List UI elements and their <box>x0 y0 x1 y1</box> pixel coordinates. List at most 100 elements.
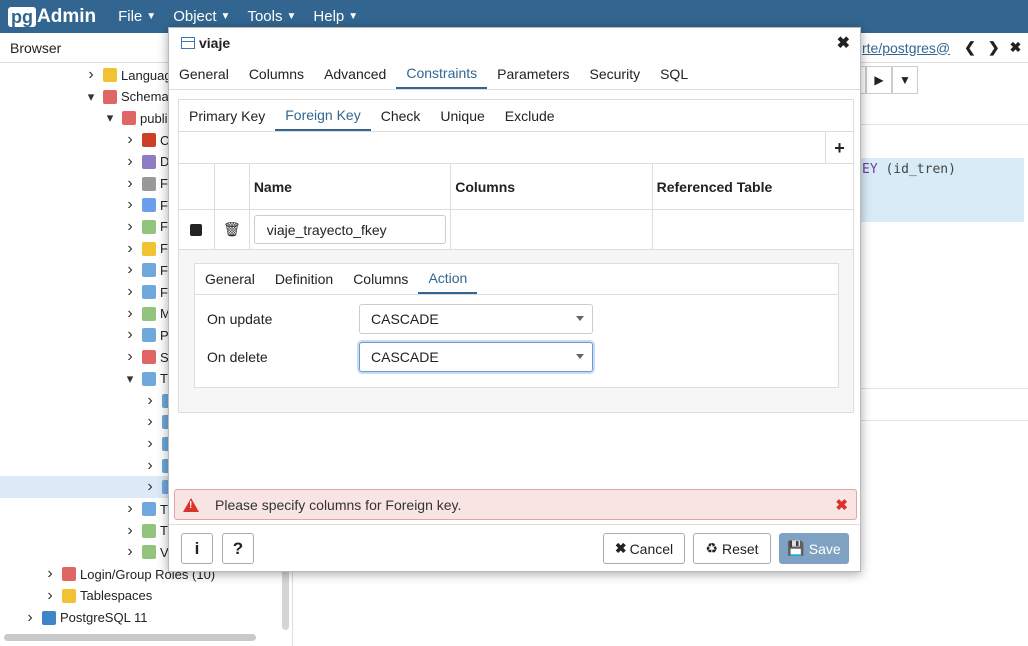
execute-options-button[interactable]: ▼ <box>892 66 918 94</box>
tree-item-label: T <box>160 371 168 387</box>
close-tab-icon[interactable]: ✖ <box>1010 39 1022 56</box>
constraint-type-tabs: Primary Key Foreign Key Check Unique Exc… <box>179 100 853 132</box>
info-button[interactable]: i <box>181 533 213 564</box>
chevron-right-icon[interactable]: › <box>124 218 136 236</box>
chevron-down-icon[interactable]: ▾ <box>85 89 97 105</box>
tab-advanced[interactable]: Advanced <box>314 58 396 89</box>
chevron-right-icon[interactable]: › <box>144 478 156 496</box>
tree-node-icon <box>142 176 156 191</box>
chevron-right-icon[interactable]: › <box>124 240 136 258</box>
menu-file[interactable]: File ▼ <box>118 8 156 25</box>
chevron-left-icon[interactable]: ❮ <box>964 39 976 56</box>
help-button[interactable]: ? <box>222 533 254 564</box>
on-update-label: On update <box>207 311 273 327</box>
detail-tab-general[interactable]: General <box>195 264 265 294</box>
chevron-right-icon[interactable]: › <box>124 326 136 344</box>
tab-security[interactable]: Security <box>580 58 651 89</box>
tab-general[interactable]: General <box>169 58 239 89</box>
on-delete-label: On delete <box>207 349 268 365</box>
tab-foreign-key[interactable]: Foreign Key <box>275 100 371 131</box>
execute-button[interactable]: ▶ <box>866 66 892 94</box>
referenced-table-cell[interactable] <box>653 210 853 249</box>
tab-constraints[interactable]: Constraints <box>396 58 488 89</box>
columns-cell[interactable] <box>451 210 653 249</box>
tree-node-icon <box>142 306 156 321</box>
header-name: Name <box>250 164 452 209</box>
tree-item-label: PostgreSQL 11 <box>60 610 148 625</box>
tab-columns[interactable]: Columns <box>239 58 314 89</box>
constraint-name-field[interactable]: viaje_trayecto_fkey <box>253 215 446 244</box>
chevron-right-icon[interactable]: › <box>124 283 136 301</box>
cancel-button[interactable]: ✖ Cancel <box>603 533 685 564</box>
chevron-right-icon[interactable]: ❯ <box>988 39 1000 56</box>
horizontal-scrollbar[interactable] <box>4 634 256 641</box>
chevron-right-icon[interactable]: › <box>144 413 156 431</box>
chevron-right-icon[interactable]: › <box>124 543 136 561</box>
on-delete-value: CASCADE <box>371 349 439 365</box>
query-toolbar: ▶ ▼ <box>860 66 930 96</box>
tab-unique[interactable]: Unique <box>430 100 494 131</box>
chevron-right-icon[interactable]: › <box>44 587 56 605</box>
menu-help[interactable]: Help ▼ <box>313 8 358 25</box>
chevron-right-icon[interactable]: › <box>124 500 136 518</box>
tab-exclude[interactable]: Exclude <box>495 100 565 131</box>
help-icon: ? <box>232 538 244 558</box>
header-referenced-table: Referenced Table <box>656 178 773 195</box>
save-button[interactable]: 💾 Save <box>779 533 849 564</box>
detail-tab-action[interactable]: Action <box>418 264 478 294</box>
table-dialog: viaje ✖ General Columns Advanced Constra… <box>168 27 861 572</box>
edit-row-button[interactable] <box>179 210 215 249</box>
tree-item[interactable]: › PostgreSQL 11 <box>0 607 280 629</box>
plus-icon: + <box>834 137 845 158</box>
chevron-right-icon[interactable]: › <box>124 131 136 149</box>
on-update-select[interactable]: CASCADE <box>359 304 593 334</box>
chevron-right-icon[interactable]: › <box>124 522 136 540</box>
add-row-button[interactable]: + <box>825 132 853 164</box>
chevron-right-icon[interactable]: › <box>124 175 136 193</box>
on-delete-row: On delete CASCADE <box>207 342 827 372</box>
foreign-key-detail: General Definition Columns Action On upd… <box>194 263 839 388</box>
chevron-right-icon[interactable]: › <box>85 66 97 84</box>
chevron-right-icon[interactable]: › <box>124 348 136 366</box>
constraints-panel: Primary Key Foreign Key Check Unique Exc… <box>178 99 854 413</box>
tab-sql[interactable]: SQL <box>650 58 698 89</box>
chevron-right-icon[interactable]: › <box>124 305 136 323</box>
chevron-down-icon[interactable]: ▾ <box>104 110 116 126</box>
chevron-right-icon[interactable]: › <box>124 196 136 214</box>
tree-item[interactable]: › Tablespaces <box>0 585 280 607</box>
delete-row-button[interactable]: 🗑 <box>215 210 250 249</box>
tree-item-label: Languag <box>121 67 172 83</box>
on-delete-select[interactable]: CASCADE <box>359 342 593 372</box>
menu-tools[interactable]: Tools ▼ <box>247 8 296 25</box>
chevron-down-icon[interactable]: ▾ <box>124 371 136 387</box>
menu-object[interactable]: Object ▼ <box>173 8 230 25</box>
chevron-right-icon[interactable]: › <box>124 153 136 171</box>
detail-tab-columns[interactable]: Columns <box>343 264 418 294</box>
tab-parameters[interactable]: Parameters <box>487 58 579 89</box>
pgadmin-logo[interactable]: pg Admin <box>8 6 96 28</box>
browser-title: Browser <box>10 39 62 56</box>
tree-item-label: F <box>160 219 168 235</box>
dialog-title-bar[interactable]: viaje ✖ <box>169 28 860 58</box>
dismiss-error-icon[interactable]: ✖ <box>835 496 848 514</box>
chevron-right-icon[interactable]: › <box>44 565 56 583</box>
query-tool-tab[interactable]: rte/postgres@ ❮ ❯ ✖ <box>860 33 1028 63</box>
chevron-right-icon[interactable]: › <box>124 261 136 279</box>
on-update-row: On update CASCADE <box>207 304 827 334</box>
tree-node-icon <box>142 219 156 234</box>
chevron-right-icon[interactable]: › <box>144 392 156 410</box>
tree-node-icon <box>142 545 156 560</box>
tree-node-icon <box>142 133 156 148</box>
tab-primary-key[interactable]: Primary Key <box>179 100 275 131</box>
tab-check[interactable]: Check <box>371 100 431 131</box>
error-message: Please specify columns for Foreign key. <box>215 496 462 513</box>
constraint-name-value: viaje_trayecto_fkey <box>266 221 387 238</box>
detail-tab-definition[interactable]: Definition <box>265 264 343 294</box>
chevron-right-icon[interactable]: › <box>24 609 36 627</box>
chevron-right-icon[interactable]: › <box>144 457 156 475</box>
reset-button[interactable]: ♻ Reset <box>693 533 771 564</box>
sql-editor[interactable]: EY (id_tren) <box>860 158 1024 222</box>
chevron-right-icon[interactable]: › <box>144 435 156 453</box>
close-icon[interactable]: ✖ <box>837 33 850 53</box>
chevron-down-icon <box>576 354 584 359</box>
